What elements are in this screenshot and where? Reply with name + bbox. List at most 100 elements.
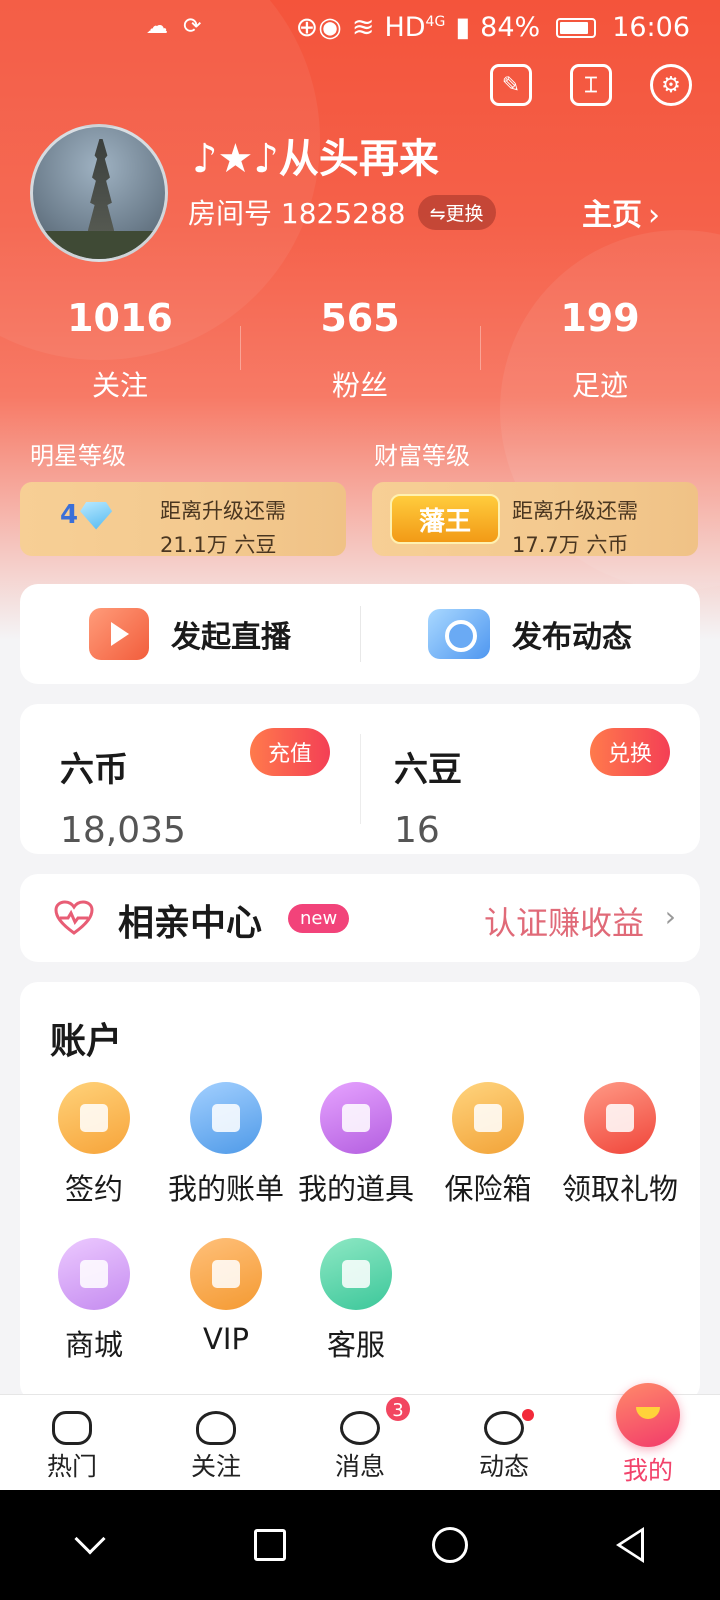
stat-value: 565 [320,296,400,340]
star-level-card[interactable]: 4 距离升级还需 21.1万 六豆 [20,482,346,557]
tab-follow[interactable]: 关注 [144,1395,288,1490]
star-level-remaining: 21.1万 六豆 [160,533,277,557]
grid-item-safe[interactable]: 保险箱 [420,1082,556,1208]
star-level-hint: 距离升级还需 [160,499,286,523]
recents-icon[interactable] [240,1515,300,1575]
grid-item-contract[interactable]: 签约 [26,1082,162,1208]
network-generation: 4G [425,14,446,30]
new-badge: new [288,904,350,933]
grid-item-label: 我的道具 [297,1172,414,1206]
start-live-button[interactable]: 发起直播 [20,584,360,684]
gift-icon [584,1082,656,1154]
grid-item-gift[interactable]: 领取礼物 [552,1082,688,1208]
tab-moments[interactable]: 动态 [432,1395,576,1490]
dating-center-row[interactable]: 相亲中心 new 认证赚收益 › [20,874,700,962]
chat-icon [340,1411,380,1445]
tab-label: 我的 [622,1456,673,1485]
notification-dot [522,1409,534,1421]
recharge-button[interactable]: 充值 [249,728,330,776]
stat-following[interactable]: 1016 关注 [0,296,240,404]
weather-icon: ☁ ⟳ [146,14,206,39]
bean-value: 16 [394,810,440,851]
account-section: 账户 签约 我的账单 我的道具 保险箱 领取礼物 商城 VIP 客服 [20,982,700,1402]
stat-label: 足迹 [571,369,628,402]
unread-badge: 3 [384,1395,412,1423]
tab-me[interactable]: 我的 [576,1383,720,1490]
wealth-level-remaining: 17.7万 六币 [512,533,629,557]
coin-value: 18,035 [60,810,186,851]
scan-icon[interactable]: ⌶ [570,64,612,106]
tab-messages[interactable]: 3 消息 [288,1395,432,1490]
edit-icon[interactable]: ✎ [490,64,532,106]
grid-item-support[interactable]: 客服 [288,1238,424,1364]
stat-footprints[interactable]: 199 足迹 [480,296,720,404]
post-moment-button[interactable]: 发布动态 [360,584,700,684]
clock: 16:06 [612,12,690,43]
grid-item-label: 签约 [64,1172,123,1206]
diamond-icon [80,501,113,530]
heart-icon [54,900,94,935]
tab-label: 动态 [478,1452,529,1481]
tab-hot[interactable]: 热门 [0,1395,144,1490]
bill-icon [190,1082,262,1154]
stat-value: 1016 [67,296,173,340]
room-row: 房间号 1825288 ⇋更换 [188,192,496,232]
top-toolbar: ✎ ⌶ ⚙ [490,64,692,106]
post-moment-label: 发布动态 [512,620,632,655]
me-icon [616,1383,680,1447]
quick-actions: 发起直播 发布动态 [20,584,700,684]
grid-item-props[interactable]: 我的道具 [288,1082,424,1208]
star-level-title: 明星等级 [30,442,126,470]
change-room-button[interactable]: ⇋更换 [417,194,496,230]
homepage-link[interactable]: 主页 › [582,190,660,234]
location-icon: ⊕◉ [295,12,342,43]
chevron-right-icon: › [664,900,676,933]
live-icon [89,608,149,660]
grid-item-label: 保险箱 [444,1172,532,1206]
avatar[interactable] [30,124,168,262]
shop-icon [58,1238,130,1310]
stat-fans[interactable]: 565 粉丝 [240,296,480,404]
home-icon[interactable] [420,1515,480,1575]
homepage-label: 主页 [582,198,642,233]
wealth-level-card[interactable]: 藩王 距离升级还需 17.7万 六币 [372,482,698,557]
battery-icon [556,17,597,38]
grid-item-label: 客服 [326,1328,385,1362]
verify-earn-link[interactable]: 认证赚收益 [484,898,644,944]
coin-balance[interactable]: 六币 18,035 充值 [20,704,360,854]
wallet-card: 六币 18,035 充值 六豆 16 兑换 [20,704,700,854]
bean-balance[interactable]: 六豆 16 兑换 [360,704,700,854]
vip-icon [190,1238,262,1310]
wifi-icon: ≋ [351,12,375,43]
grid-item-shop[interactable]: 商城 [26,1238,162,1364]
bean-name: 六豆 [394,750,462,790]
play-icon [52,1411,92,1445]
dating-title: 相亲中心 [118,903,263,944]
props-icon [320,1082,392,1154]
username: ♪★♪从头再来 [192,136,439,182]
grid-item-label: 领取礼物 [561,1172,678,1206]
heart-icon [196,1411,236,1445]
grid-item-label: 我的账单 [167,1172,284,1206]
battery-percent: 84% [480,12,541,43]
collapse-icon[interactable] [60,1515,120,1575]
exchange-button[interactable]: 兑换 [589,728,670,776]
stat-label: 关注 [91,369,148,402]
coin-name: 六币 [60,750,128,790]
account-title: 账户 [50,1021,123,1062]
grid-item-bill[interactable]: 我的账单 [158,1082,294,1208]
grid-item-label: 商城 [64,1328,123,1362]
signal-icon: ▮ [455,12,471,43]
settings-icon[interactable]: ⚙ [650,64,692,106]
wealth-level-title: 财富等级 [374,442,470,470]
camera-icon [428,609,490,659]
back-icon[interactable] [600,1515,660,1575]
grid-item-vip[interactable]: VIP [158,1238,294,1356]
stat-value: 199 [560,296,640,340]
wealth-level-badge: 藩王 [390,494,500,544]
chevron-right-icon: › [648,198,660,233]
wealth-level-hint: 距离升级还需 [512,499,638,523]
support-icon [320,1238,392,1310]
grid-item-label: VIP [203,1322,249,1356]
tab-label: 消息 [334,1452,385,1481]
